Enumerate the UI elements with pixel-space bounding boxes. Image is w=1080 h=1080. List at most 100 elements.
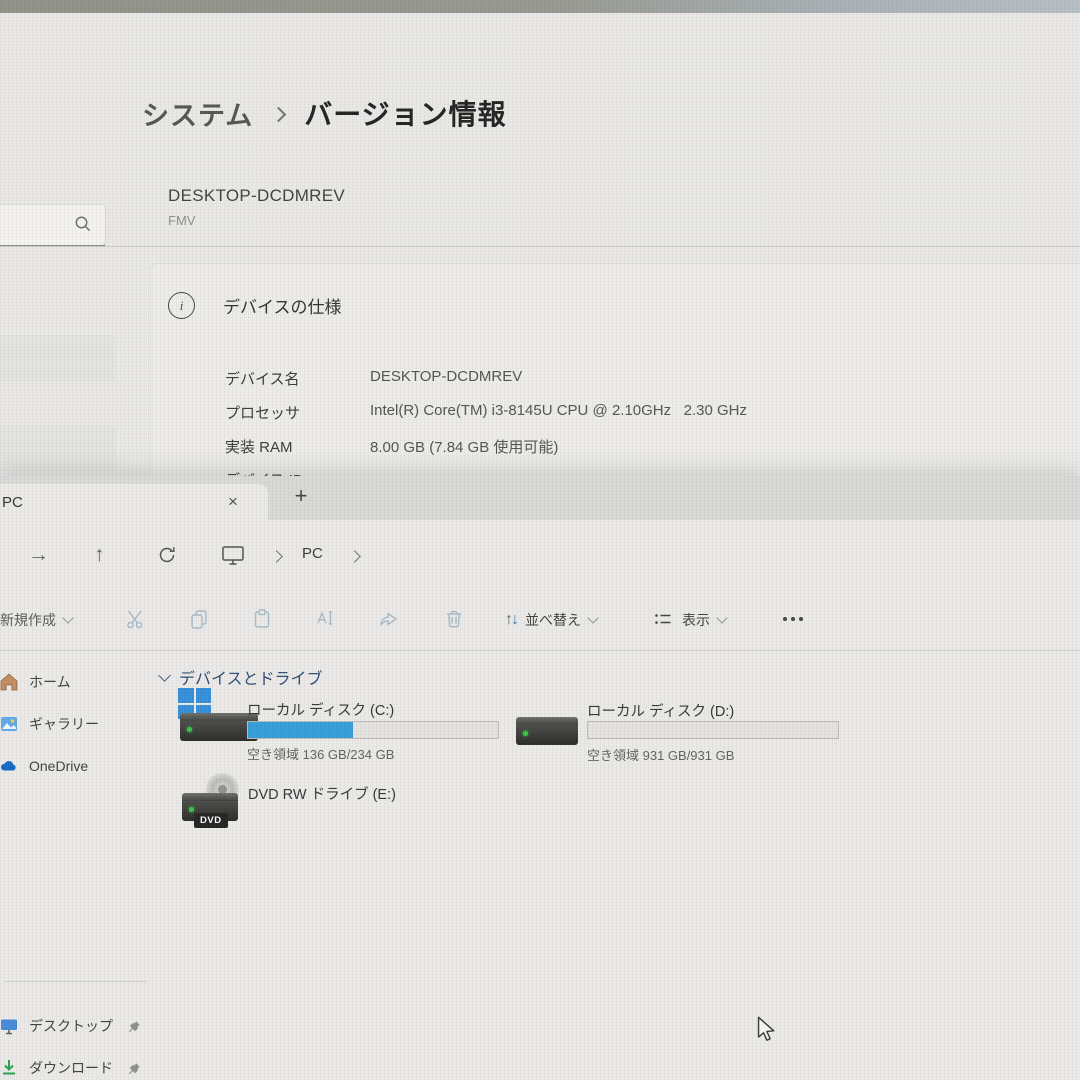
sidebar-item-desktop[interactable]: デスクトップ	[0, 1006, 147, 1046]
device-spec-header: i デバイスの仕様	[168, 292, 342, 319]
breadcrumb-pc[interactable]: PC	[302, 545, 323, 562]
forward-button[interactable]: →	[28, 538, 49, 572]
capacity-bar	[587, 721, 839, 739]
spec-label: プロセッサ	[225, 402, 370, 423]
drive-led	[523, 731, 528, 736]
share-button[interactable]	[374, 604, 404, 634]
capacity-bar-fill	[248, 722, 353, 738]
desktop-icon	[0, 1016, 19, 1036]
photo-edge-band	[0, 0, 1080, 13]
plus-icon: +	[295, 483, 308, 509]
home-icon	[0, 672, 19, 692]
sort-icon: ↑↓	[505, 611, 517, 629]
refresh-icon	[156, 544, 178, 566]
sort-button[interactable]: ↑↓ 並べ替え	[505, 602, 597, 638]
copy-icon	[187, 607, 211, 631]
tab-pc[interactable]: PC ×	[0, 484, 268, 520]
spec-row-processor: プロセッサ Intel(R) Core(TM) i3-8145U CPU @ 2…	[225, 402, 747, 423]
sidebar-item-label: デスクトップ	[29, 1016, 113, 1036]
file-explorer-window: PC × + → ↑ PC	[0, 476, 1080, 1080]
drive-name: ローカル ディスク (D:)	[587, 700, 734, 721]
chevron-down-icon	[716, 612, 727, 623]
tab-title: PC	[2, 494, 23, 511]
cut-button[interactable]	[121, 604, 151, 634]
spec-value: 8.00 GB (7.84 GB 使用可能)	[370, 436, 558, 457]
group-header-label: デバイスとドライブ	[179, 665, 323, 689]
spec-row-ram: 実装 RAM 8.00 GB (7.84 GB 使用可能)	[225, 436, 558, 457]
hard-drive-icon	[516, 723, 578, 745]
sidebar-item-label: ホーム	[29, 672, 71, 692]
downloads-icon	[0, 1058, 19, 1078]
new-button-label: 新規作成	[0, 610, 56, 630]
forward-icon: →	[28, 543, 49, 566]
settings-search-input[interactable]	[0, 204, 106, 247]
new-tab-button[interactable]: +	[288, 481, 314, 511]
spec-label: 実装 RAM	[225, 436, 370, 457]
copy-button[interactable]	[184, 604, 214, 634]
sidebar-divider	[4, 981, 146, 982]
breadcrumb-chevron-icon[interactable]	[270, 550, 283, 563]
more-icon	[783, 617, 803, 621]
refresh-button[interactable]	[152, 540, 182, 570]
dvd-badge: DVD	[194, 813, 228, 828]
search-icon	[73, 214, 93, 234]
capacity-bar	[247, 721, 499, 739]
sidebar: ホーム ギャラリー OneDrive	[0, 651, 150, 1080]
free-space-label: 空き領域 136 GB/234 GB	[247, 744, 394, 763]
chevron-down-icon	[62, 612, 73, 623]
drive-list: デバイスとドライブ ローカル ディスク (C:) 空き領域 136 GB/234…	[150, 651, 1080, 1080]
tab-strip: PC × +	[0, 476, 1080, 520]
drive-led	[189, 807, 194, 812]
up-button[interactable]: ↑	[94, 538, 105, 572]
sidebar-item-gallery[interactable]: ギャラリー	[0, 704, 147, 744]
settings-nav-item-ghost[interactable]	[0, 425, 116, 471]
drive-name: ローカル ディスク (C:)	[247, 699, 394, 720]
close-icon: ×	[228, 492, 238, 512]
more-options-button[interactable]	[778, 604, 808, 634]
divider	[0, 246, 1080, 247]
new-button[interactable]: 新規作成	[0, 602, 72, 638]
sidebar-item-label: OneDrive	[29, 758, 88, 774]
tab-close-button[interactable]: ×	[222, 491, 244, 513]
breadcrumb-system[interactable]: システム	[142, 94, 253, 133]
drive-led	[187, 727, 192, 732]
up-icon: ↑	[94, 543, 105, 566]
rename-icon	[313, 607, 337, 631]
breadcrumb-chevron-icon[interactable]	[348, 550, 361, 563]
rename-button[interactable]	[310, 604, 340, 634]
sidebar-item-label: ギャラリー	[29, 714, 99, 734]
chevron-down-icon	[158, 669, 171, 682]
chevron-right-icon	[271, 106, 287, 122]
pin-icon	[128, 1062, 141, 1075]
address-root-button[interactable]	[218, 540, 248, 570]
gallery-icon	[0, 714, 19, 734]
paste-icon	[250, 607, 274, 631]
delete-button[interactable]	[439, 604, 469, 634]
drive-name: DVD RW ドライブ (E:)	[248, 783, 396, 804]
pin-icon	[128, 1020, 141, 1033]
computer-name: DESKTOP-DCDMREV	[168, 186, 345, 206]
spec-label: デバイス名	[225, 368, 370, 389]
group-header-devices-and-drives[interactable]: デバイスとドライブ	[160, 665, 323, 689]
free-space-label: 空き領域 931 GB/931 GB	[587, 745, 734, 764]
sidebar-item-home[interactable]: ホーム	[0, 662, 147, 702]
trash-icon	[442, 607, 466, 631]
view-button-label: 表示	[682, 610, 710, 630]
sidebar-item-label: ダウンロード	[29, 1058, 113, 1078]
view-icon	[652, 609, 674, 631]
paste-button[interactable]	[247, 604, 277, 634]
sidebar-item-onedrive[interactable]: OneDrive	[0, 746, 147, 786]
page-title: バージョン情報	[304, 93, 506, 133]
sidebar-item-downloads[interactable]: ダウンロード	[0, 1048, 147, 1080]
settings-nav-item-ghost[interactable]	[0, 335, 116, 381]
photographed-screen: システム バージョン情報 DESKTOP-DCDMREV FMV i デバイスの…	[0, 0, 1080, 1080]
spec-value: Intel(R) Core(TM) i3-8145U CPU @ 2.10GHz…	[370, 402, 747, 423]
share-icon	[377, 607, 401, 631]
view-button[interactable]: 表示	[652, 602, 726, 638]
this-pc-icon	[220, 543, 246, 567]
info-icon: i	[168, 292, 195, 319]
spec-value: DESKTOP-DCDMREV	[370, 368, 522, 389]
sort-button-label: 並べ替え	[525, 610, 581, 630]
scissors-icon	[124, 607, 148, 631]
spec-row-device-name: デバイス名 DESKTOP-DCDMREV	[225, 368, 522, 389]
